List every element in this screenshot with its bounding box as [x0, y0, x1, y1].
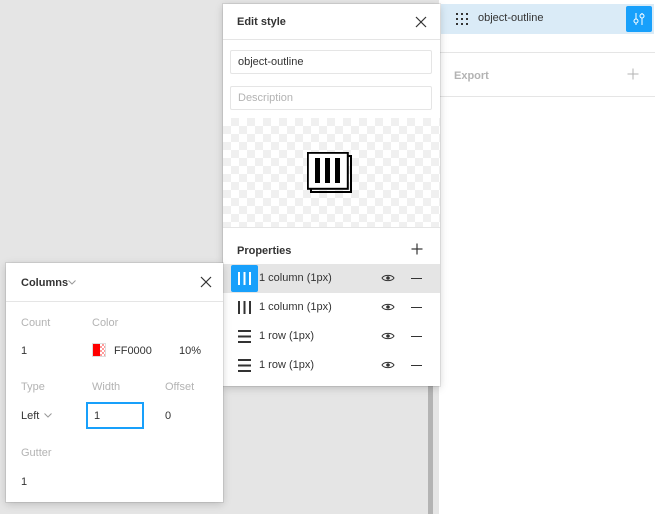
property-row[interactable]: 1 column (1px): [223, 293, 440, 322]
grid-style-row[interactable]: object-outline: [441, 4, 654, 34]
grid-dots-icon: [456, 13, 470, 26]
offset-label: Offset: [165, 381, 195, 393]
type-dropdown[interactable]: Left: [21, 410, 39, 422]
close-icon[interactable]: [415, 16, 427, 28]
swatch-solid: [93, 344, 100, 356]
gutter-label: Gutter: [21, 447, 52, 459]
property-label: 1 column (1px): [259, 272, 332, 284]
offset-input[interactable]: 0: [165, 410, 171, 422]
description-input[interactable]: [230, 86, 432, 110]
eye-icon[interactable]: [381, 331, 395, 341]
remove-minus-icon[interactable]: [411, 336, 422, 338]
style-name: object-outline: [478, 12, 544, 24]
type-label: Type: [21, 381, 45, 393]
divider: [6, 301, 223, 302]
width-label: Width: [92, 381, 121, 393]
remove-minus-icon[interactable]: [411, 307, 422, 309]
grid-type-dropdown[interactable]: Columns: [21, 277, 68, 289]
style-preview: [223, 118, 440, 228]
divider: [439, 52, 655, 53]
style-name-input[interactable]: [230, 50, 432, 74]
divider: [439, 96, 655, 97]
columns-icon[interactable]: [231, 265, 258, 292]
chevron-down-icon[interactable]: [44, 413, 52, 418]
property-row[interactable]: 1 row (1px): [223, 322, 440, 351]
color-hex-input[interactable]: FF0000: [114, 345, 152, 357]
edit-style-button[interactable]: [626, 6, 652, 32]
property-row[interactable]: 1 row (1px): [223, 351, 440, 380]
rows-icon[interactable]: [231, 352, 258, 379]
adjust-sliders-icon: [633, 13, 645, 25]
count-input[interactable]: 1: [21, 345, 27, 357]
width-input[interactable]: [86, 402, 144, 429]
color-label: Color: [92, 317, 119, 329]
property-label: 1 row (1px): [259, 359, 315, 371]
swatch-alpha: [100, 344, 105, 356]
right-sidebar: object-outline Export: [438, 0, 655, 514]
export-section-title: Export: [454, 70, 489, 82]
panel-title: Edit style: [237, 16, 286, 28]
panel-header: Edit style: [223, 4, 440, 40]
columns-preview-icon: [307, 152, 352, 193]
add-property-plus-icon[interactable]: [411, 243, 423, 255]
color-swatch[interactable]: [92, 343, 106, 357]
close-icon[interactable]: [200, 276, 212, 288]
eye-icon[interactable]: [381, 302, 395, 312]
add-export-plus-icon[interactable]: [627, 68, 639, 80]
remove-minus-icon[interactable]: [411, 278, 422, 280]
property-row[interactable]: 1 column (1px): [223, 264, 440, 293]
columns-icon[interactable]: [231, 294, 258, 321]
canvas-scrollbar[interactable]: [428, 384, 433, 514]
property-label: 1 row (1px): [259, 330, 315, 342]
property-label: 1 column (1px): [259, 301, 332, 313]
eye-icon[interactable]: [381, 360, 395, 370]
edit-style-panel: Edit style Properties 1 column (1px): [223, 4, 440, 386]
remove-minus-icon[interactable]: [411, 365, 422, 367]
columns-settings-panel: Columns Count Color 1 FF0000 10% Type Wi…: [6, 263, 223, 502]
eye-icon[interactable]: [381, 273, 395, 283]
properties-title: Properties: [237, 245, 292, 257]
gutter-input[interactable]: 1: [21, 476, 27, 488]
color-opacity-input[interactable]: 10%: [179, 345, 201, 357]
count-label: Count: [21, 317, 51, 329]
chevron-down-icon[interactable]: [68, 280, 76, 285]
rows-icon[interactable]: [231, 323, 258, 350]
